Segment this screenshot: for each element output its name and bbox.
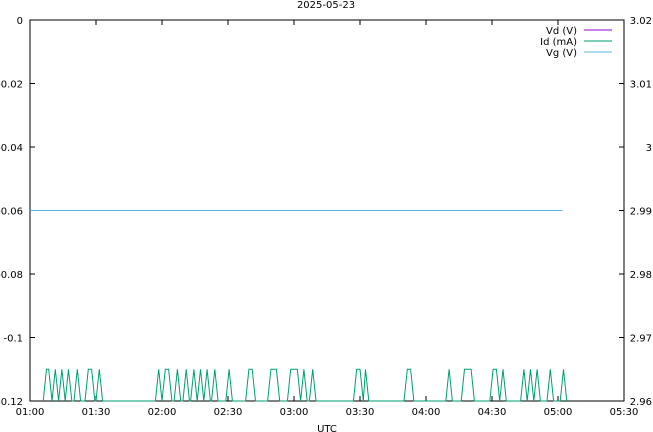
legend-label-id-ma: Id (mA) — [540, 37, 577, 48]
x-tick-label: 05:00 — [544, 407, 573, 418]
x-tick-label: 01:00 — [16, 407, 45, 418]
x-tick-label: 04:30 — [478, 407, 507, 418]
x-tick-label: 03:00 — [280, 407, 309, 418]
y-right-tick-label: 2.98 — [630, 270, 652, 281]
x-tick-labels: 01:00 01:30 02:00 02:30 03:00 03:30 04:00 04:30… — [16, 407, 639, 418]
legend-label-vd-v: Vd (V) — [546, 26, 577, 37]
y-left-tick-label: -0.12 — [0, 397, 23, 408]
y-left-tick-label: -0.02 — [0, 80, 23, 91]
x-tick-label: 03:30 — [346, 407, 375, 418]
x-tick-label: 02:00 — [148, 407, 177, 418]
x-tick-label: 05:30 — [610, 407, 639, 418]
x-tick-label: 04:00 — [412, 407, 441, 418]
x-axis-label: UTC — [317, 424, 337, 432]
chart-area: 2025-05-23 01:00 01:30 02:00 02:30 03:00 03:3… — [0, 0, 652, 432]
legend: Vd (V)Id (mA)Vg (V) — [540, 26, 612, 59]
y-right-tick-label: 2.97 — [630, 334, 652, 345]
y-right-tick-labels: 3.02 3.01 3 2.99 2.98 2.97 2.96 — [630, 16, 652, 408]
series-line-id-ma — [42, 368, 568, 402]
y-left-tick-labels: 0 -0.02 -0.04 -0.06 -0.08 -0.1 -0.12 — [0, 16, 23, 408]
y-left-tick-label: -0.08 — [0, 270, 23, 281]
x-tick-label: 02:30 — [214, 407, 243, 418]
y-right-tick-label: 2.99 — [630, 207, 652, 218]
legend-label-vg-v: Vg (V) — [546, 48, 577, 59]
y-left-tick-label: -0.04 — [0, 143, 23, 154]
y-left-tick-label: -0.06 — [0, 207, 23, 218]
x-tick-label: 01:30 — [82, 407, 111, 418]
y-left-tick-label: 0 — [17, 16, 23, 27]
series-lines — [30, 210, 568, 402]
y-left-tick-label: -0.1 — [3, 334, 23, 345]
y-right-tick-label: 2.96 — [630, 397, 652, 408]
chart-title: 2025-05-23 — [297, 0, 355, 11]
y-right-tick-label: 3.01 — [630, 80, 652, 91]
y-right-tick-label: 3.02 — [630, 16, 652, 27]
y-right-tick-label: 3 — [646, 143, 652, 154]
